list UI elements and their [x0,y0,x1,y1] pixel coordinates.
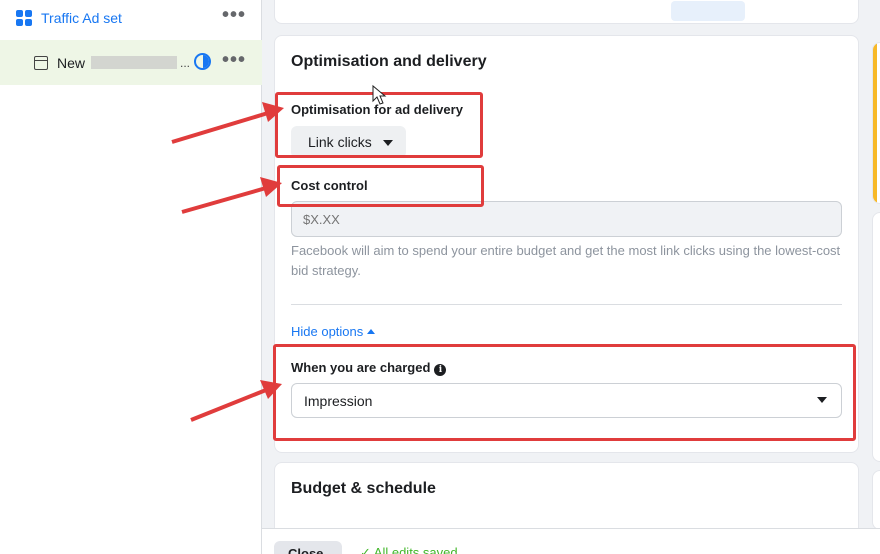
mouse-cursor-icon [372,84,387,105]
arrow-charged [190,380,282,422]
arrow-cost-control [181,177,282,214]
arrow-optimisation [171,102,284,144]
annotation-arrows [171,84,387,422]
